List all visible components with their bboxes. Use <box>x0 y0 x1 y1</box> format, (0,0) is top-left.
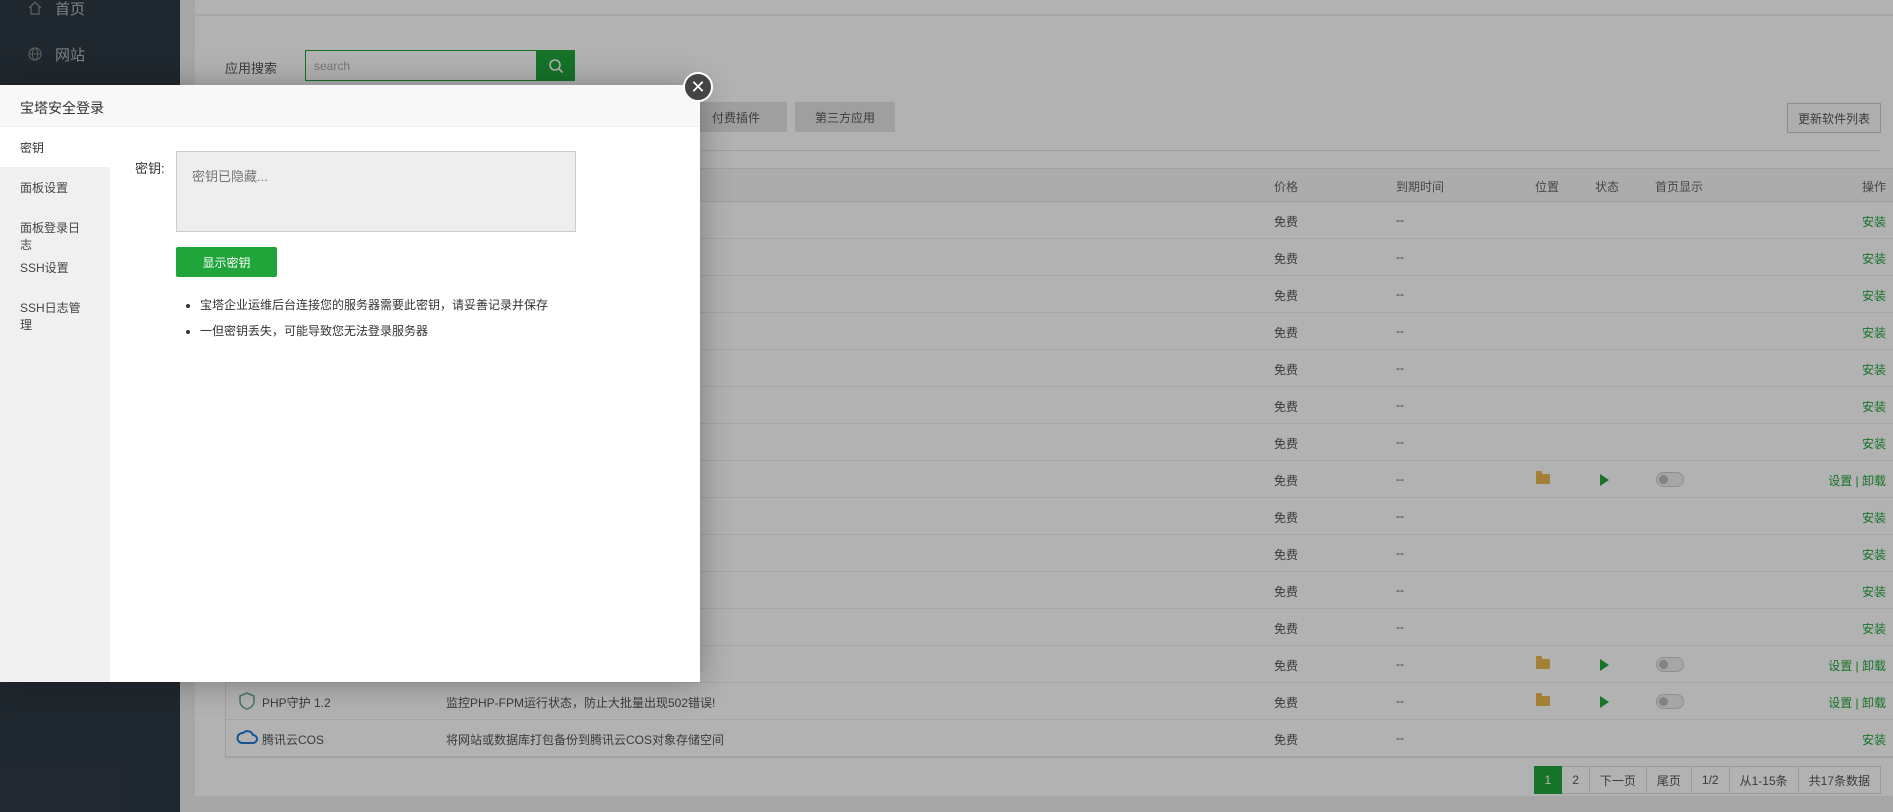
tip-item: 宝塔企业运维后台连接您的服务器需要此密钥，请妥善记录并保存 <box>200 296 548 313</box>
dialog-tab-panel-settings[interactable]: 面板设置 <box>0 167 110 207</box>
key-label: 密钥: <box>135 161 165 176</box>
close-icon[interactable]: ✕ <box>683 72 713 102</box>
key-textarea[interactable] <box>176 151 576 232</box>
tip-item: 一但密钥丢失，可能导致您无法登录服务器 <box>200 322 548 339</box>
key-tips: 宝塔企业运维后台连接您的服务器需要此密钥，请妥善记录并保存 一但密钥丢失，可能导… <box>200 296 548 348</box>
dialog-tab-key[interactable]: 密钥 <box>0 127 110 167</box>
dialog-tab-login-log[interactable]: 面板登录日志 <box>0 207 110 252</box>
dialog-sidebar: 密钥 面板设置 面板登录日志 SSH设置 SSH日志管理 <box>0 127 110 682</box>
dialog-tab-ssh-log[interactable]: SSH日志管理 <box>0 287 110 332</box>
dialog-tab-ssh-settings[interactable]: SSH设置 <box>0 247 110 287</box>
show-key-button[interactable]: 显示密钥 <box>176 247 277 277</box>
dialog-title: 宝塔安全登录 <box>0 85 700 127</box>
